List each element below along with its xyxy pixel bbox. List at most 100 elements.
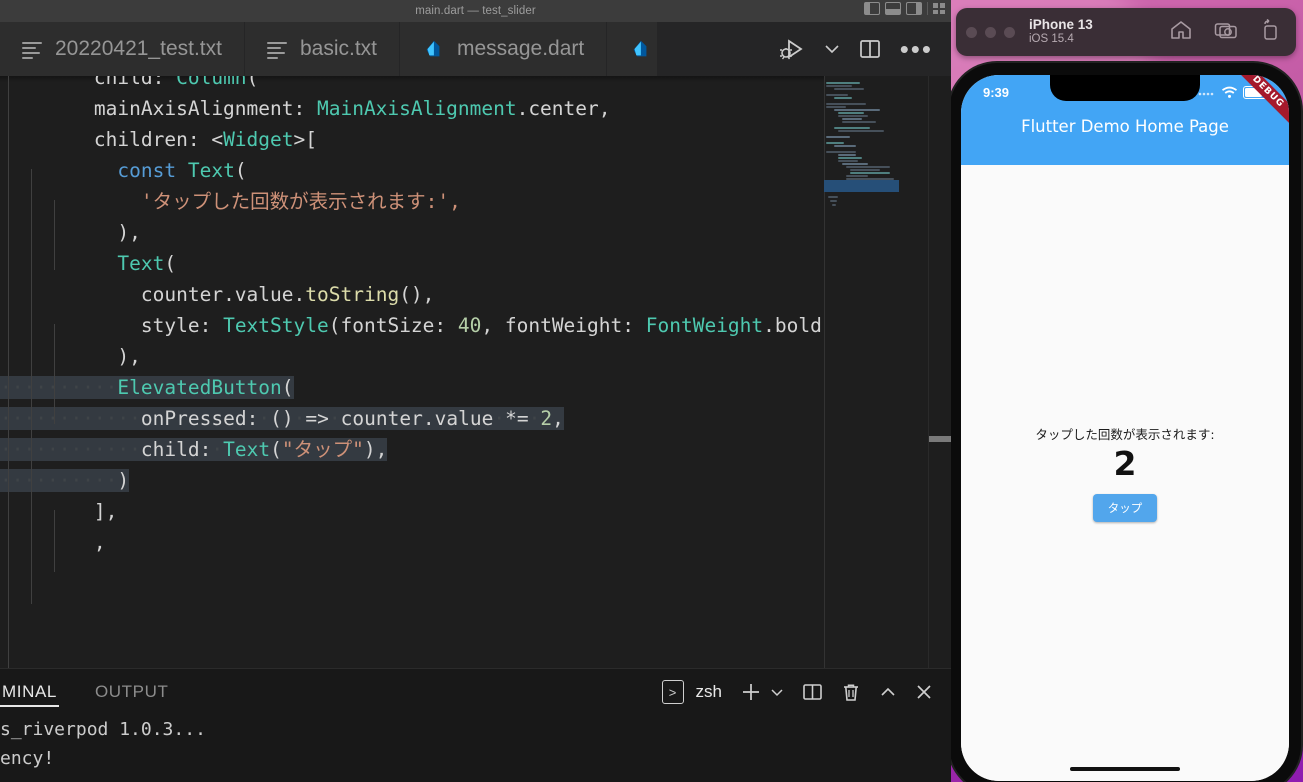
code-editor[interactable]: child: Column( mainAxisAlignment: MainAx… (0, 76, 951, 668)
shell-name: zsh (695, 682, 722, 701)
code-line: const Text( (0, 155, 951, 186)
panel-actions: > zsh (661, 669, 933, 715)
minimap-line (842, 121, 876, 123)
indent-guide (54, 200, 55, 270)
minimap-line (826, 103, 866, 105)
app-title: Flutter Demo Home Page (1021, 117, 1229, 136)
code-selection: ··········) (0, 469, 130, 492)
tab-basic-txt[interactable]: basic.txt (244, 22, 400, 76)
minimap-line (826, 142, 844, 144)
minimap-line (834, 145, 856, 147)
toggle-primary-sidebar-icon[interactable] (864, 2, 880, 15)
toggle-panel-icon[interactable] (885, 2, 901, 15)
minimap-line (838, 154, 856, 156)
code-line: ), (0, 341, 951, 372)
phone-frame: 9:39 Flutter Demo Home Page DEBUG タップした回… (951, 63, 1301, 782)
minimap-selection (824, 180, 899, 192)
tab-terminal[interactable]: MINAL (0, 669, 59, 715)
home-icon[interactable] (1170, 20, 1192, 45)
minimap-line (850, 169, 880, 171)
minimap-line (842, 118, 862, 120)
code-selection: children: <Widget>[ (93, 128, 317, 151)
tab-label: message.dart (457, 37, 585, 60)
window-title: main.dart — test_slider (415, 5, 536, 17)
minimap-line (830, 200, 837, 202)
code-content[interactable]: child: Column( mainAxisAlignment: MainAx… (0, 76, 951, 668)
dart-file-icon (633, 40, 647, 57)
code-line: style: TextStyle(fontSize: 40, fontWeigh… (0, 310, 951, 341)
tab-output[interactable]: OUTPUT (93, 669, 170, 715)
panel-tab-bar: MINAL OUTPUT > zsh (0, 669, 951, 715)
code-selection: const Text( (117, 159, 247, 182)
status-time: 9:39 (983, 84, 1010, 100)
indent-guide (8, 76, 9, 668)
minimize-button[interactable] (985, 26, 996, 38)
close-button[interactable] (966, 26, 977, 38)
editor-scrollbar[interactable] (928, 76, 951, 668)
screenshot-icon[interactable] (1214, 20, 1238, 45)
editor-tab-bar: 20220421_test.txt basic.txt message.dart (0, 22, 951, 76)
minimap-line (826, 106, 846, 108)
minimap-line (838, 160, 858, 162)
plus-icon[interactable] (740, 681, 762, 703)
indent-guide (54, 510, 55, 572)
trash-icon[interactable] (841, 682, 861, 703)
indent-guide (31, 479, 32, 604)
minimap-line (826, 85, 852, 87)
cellular-icon (1198, 92, 1214, 96)
counter-value: 2 (1113, 444, 1137, 484)
split-icon[interactable] (802, 682, 823, 702)
chevron-down-icon[interactable] (770, 687, 784, 697)
terminal-line: s_riverpod 1.0.3... (0, 719, 206, 740)
code-line: , (0, 527, 951, 558)
minimap-line (846, 166, 890, 168)
simulator-toolbar-icons (1170, 18, 1286, 46)
minimap[interactable] (824, 76, 929, 668)
tab-label: 20220421_test.txt (55, 37, 222, 60)
vscode-window: main.dart — test_slider 20220421_test.tx… (0, 0, 951, 782)
terminal-shell-icon: > (661, 680, 684, 704)
code-line: ··········) (0, 465, 951, 496)
split-editor-icon[interactable] (858, 37, 882, 61)
code-line: ··········ElevatedButton( (0, 372, 951, 403)
close-icon[interactable] (915, 683, 933, 701)
layout-controls (864, 2, 947, 15)
code-selection: , (93, 531, 106, 554)
code-line: child: Column( (0, 76, 951, 93)
code-selection: ), (117, 221, 141, 244)
tab-main-dart[interactable] (607, 22, 659, 76)
code-selection: 'タップした回数が表示されます:', (140, 190, 461, 213)
tap-button[interactable]: タップ (1092, 493, 1158, 522)
minimap-line (838, 112, 864, 114)
code-selection: ], (93, 500, 118, 523)
debug-run-icon[interactable] (779, 37, 806, 61)
editor-actions: ••• (761, 22, 951, 76)
code-line: ), (0, 217, 951, 248)
minimap-edge (824, 76, 825, 668)
chevron-up-icon[interactable] (879, 685, 897, 699)
wifi-icon (1221, 86, 1238, 98)
code-selection: style: TextStyle(fontSize: 40, fontWeigh… (140, 314, 846, 337)
app-bar: 9:39 Flutter Demo Home Page DEBUG (961, 75, 1289, 165)
divider (927, 2, 928, 15)
maximize-button[interactable] (1004, 26, 1015, 38)
tab-20220421-test-txt[interactable]: 20220421_test.txt (0, 22, 245, 76)
code-line: mainAxisAlignment: MainAxisAlignment.cen… (0, 93, 951, 124)
window-traffic-lights[interactable] (966, 26, 1015, 38)
code-selection: ············onPressed:·()·=>·counter.val… (0, 407, 564, 430)
chevron-down-icon[interactable] (824, 43, 840, 55)
toggle-secondary-sidebar-icon[interactable] (906, 2, 922, 15)
code-line: ], (0, 496, 951, 527)
title-bar: main.dart — test_slider (0, 0, 951, 22)
simulator-toolbar: iPhone 13 iOS 15.4 (956, 8, 1296, 56)
customize-layout-icon[interactable] (933, 2, 947, 15)
minimap-line (838, 130, 884, 132)
terminal-output[interactable]: s_riverpod 1.0.3... ency! (0, 715, 951, 773)
ios-simulator: iPhone 13 iOS 15.4 9:39 Flutter Demo Hom… (951, 0, 1303, 782)
indent-guide (31, 169, 32, 479)
app-body: タップした回数が表示されます: 2 タップ (961, 165, 1289, 781)
tab-message-dart[interactable]: message.dart (400, 22, 608, 76)
ellipsis-icon[interactable]: ••• (900, 36, 933, 62)
rotate-icon[interactable] (1260, 18, 1280, 46)
phone-screen[interactable]: 9:39 Flutter Demo Home Page DEBUG タップした回… (961, 75, 1289, 781)
